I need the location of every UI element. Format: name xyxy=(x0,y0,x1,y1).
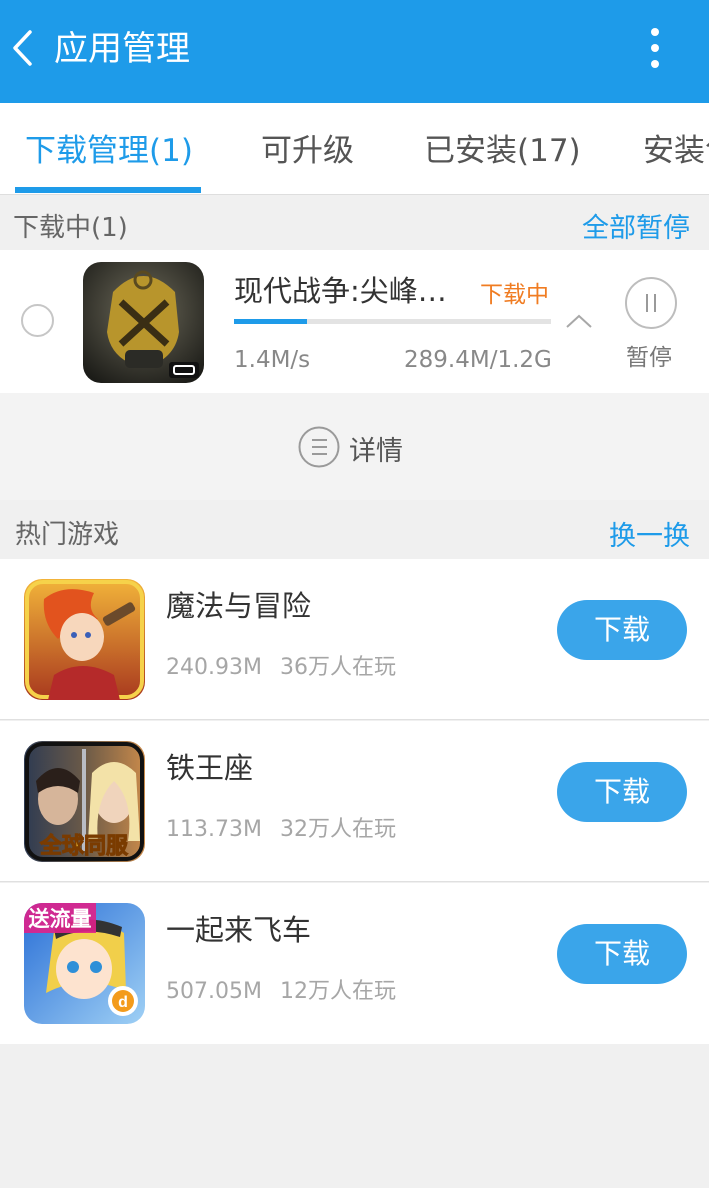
list-item[interactable]: 魔法与冒险 240.93M 36万人在玩 下载 xyxy=(0,559,709,720)
game-meta: 113.73M 32万人在玩 xyxy=(166,811,396,843)
tab-download-manager[interactable]: 下载管理(1) xyxy=(25,129,193,173)
hot-games-section-header: 热门游戏 换一换 xyxy=(0,500,709,559)
download-item: 现代战争:尖峰… 下载中 1.4M/s 289.4M/1.2G 暂停 xyxy=(0,250,709,393)
list-icon xyxy=(298,426,340,468)
icon-banner-text: 全球同服 xyxy=(39,833,129,858)
magic-adventure-app-icon xyxy=(24,579,145,700)
game-players: 32万人在玩 xyxy=(279,817,396,842)
pause-icon xyxy=(646,294,648,312)
details-button[interactable]: 详情 xyxy=(0,393,709,500)
modern-combat-app-icon xyxy=(83,262,204,383)
game-name: 魔法与冒险 xyxy=(166,589,312,623)
icon-banner-text: 送流量 xyxy=(29,907,92,931)
download-size: 289.4M/1.2G xyxy=(404,347,552,373)
racing-app-icon: d 送流量 xyxy=(24,903,145,1024)
download-speed: 1.4M/s xyxy=(234,347,311,373)
refresh-button[interactable]: 换一换 xyxy=(609,514,690,553)
game-players: 36万人在玩 xyxy=(279,655,396,680)
download-button[interactable]: 下载 xyxy=(557,600,687,660)
list-item[interactable]: d 送流量 一起来飞车 507.05M 12万人在玩 下载 xyxy=(0,883,709,1044)
game-size: 507.05M xyxy=(166,979,262,1004)
download-app-name: 现代战争:尖峰… xyxy=(234,274,447,308)
tab-bar: 下载管理(1) 可升级 已安装(17) 安装包 xyxy=(0,103,709,195)
download-progress-fill xyxy=(234,319,307,324)
game-players: 12万人在玩 xyxy=(279,979,396,1004)
game-name: 一起来飞车 xyxy=(166,913,312,947)
tab-installed[interactable]: 已安装(17) xyxy=(424,129,581,173)
page-title: 应用管理 xyxy=(54,29,190,69)
tab-upgradable[interactable]: 可升级 xyxy=(261,129,354,173)
hot-games-section-title: 热门游戏 xyxy=(15,520,120,550)
game-meta: 507.05M 12万人在玩 xyxy=(166,973,396,1005)
pause-button[interactable] xyxy=(625,277,677,329)
more-options-icon[interactable] xyxy=(640,26,670,70)
chevron-left-icon[interactable] xyxy=(8,28,38,68)
download-progress-bar xyxy=(234,319,551,324)
pause-label: 暂停 xyxy=(626,345,672,371)
chevron-up-icon[interactable] xyxy=(565,312,593,330)
select-checkbox[interactable] xyxy=(21,304,54,337)
game-name: 铁王座 xyxy=(166,751,254,785)
download-button[interactable]: 下载 xyxy=(557,762,687,822)
download-button[interactable]: 下载 xyxy=(557,924,687,984)
game-size: 240.93M xyxy=(166,655,262,680)
downloading-section-title: 下载中(1) xyxy=(13,213,128,243)
game-meta: 240.93M 36万人在玩 xyxy=(166,649,396,681)
tab-install-packages[interactable]: 安装包 xyxy=(643,129,709,173)
downloading-section-header: 下载中(1) 全部暂停 xyxy=(0,196,709,250)
active-tab-indicator xyxy=(15,187,201,193)
svg-text:d: d xyxy=(118,994,128,1011)
app-header: 应用管理 xyxy=(0,0,709,103)
details-label: 详情 xyxy=(349,436,403,467)
iron-throne-app-icon: 全球同服 xyxy=(24,741,145,862)
download-status: 下载中 xyxy=(480,282,549,308)
list-item[interactable]: 全球同服 铁王座 113.73M 32万人在玩 下载 xyxy=(0,721,709,882)
pause-all-button[interactable]: 全部暂停 xyxy=(582,206,690,245)
game-size: 113.73M xyxy=(166,817,262,842)
